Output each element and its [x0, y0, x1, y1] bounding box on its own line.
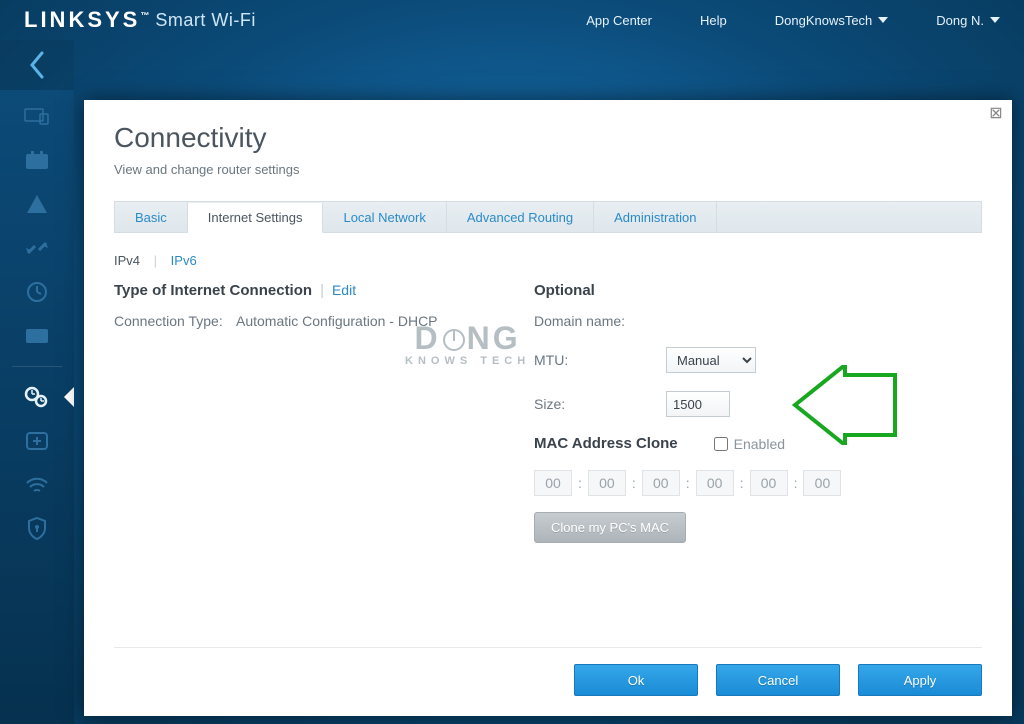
connection-type-heading: Type of Internet Connection|Edit	[114, 282, 474, 299]
mtu-label: MTU:	[534, 352, 654, 368]
page-title: Connectivity	[114, 122, 982, 154]
subtab-ipv4[interactable]: IPv4	[114, 253, 140, 268]
brand-logo: LINKSYS™	[24, 7, 149, 33]
mac-enabled-input[interactable]	[714, 437, 728, 451]
connection-type-value: Automatic Configuration - DHCP	[236, 313, 438, 329]
mac-address-fields: : : : : :	[534, 470, 982, 496]
subtab-ipv6[interactable]: IPv6	[171, 253, 197, 268]
nav-account-dropdown[interactable]: DongKnowsTech	[775, 13, 889, 28]
mac-clone-heading: MAC Address Clone	[534, 435, 678, 452]
close-button[interactable]: ⊠	[988, 106, 1004, 122]
sidebar-item-devices[interactable]	[0, 94, 74, 138]
mac-enabled-checkbox[interactable]: Enabled	[714, 436, 785, 452]
cancel-button[interactable]: Cancel	[716, 664, 840, 696]
size-input[interactable]	[666, 391, 730, 417]
ip-version-tabs: IPv4 | IPv6	[114, 253, 982, 268]
mac-octet-2[interactable]	[642, 470, 680, 496]
chevron-left-icon	[28, 51, 46, 79]
sidebar-item-wireless[interactable]	[0, 463, 74, 507]
nav-user-dropdown[interactable]: Dong N.	[936, 13, 1000, 28]
app-header: LINKSYS™ Smart Wi-Fi App Center Help Don…	[0, 0, 1024, 40]
clone-mac-button[interactable]: Clone my PC's MAC	[534, 512, 686, 543]
mac-octet-4[interactable]	[750, 470, 788, 496]
ok-button[interactable]: Ok	[574, 664, 698, 696]
size-label: Size:	[534, 396, 654, 412]
sidebar-item-security[interactable]	[0, 507, 74, 551]
mtu-select[interactable]: Manual	[666, 347, 756, 373]
domain-label: Domain name:	[534, 313, 654, 329]
chevron-down-icon	[878, 17, 888, 23]
nav-app-center[interactable]: App Center	[586, 13, 652, 28]
annotation-arrow	[790, 365, 900, 445]
tab-advanced-routing[interactable]: Advanced Routing	[447, 202, 594, 232]
sidebar-item-clock[interactable]	[0, 270, 74, 314]
connection-type-label: Connection Type:	[114, 313, 224, 329]
sidebar-item-storage[interactable]	[0, 314, 74, 358]
sidebar-item-troubleshoot[interactable]	[0, 419, 74, 463]
tab-local-network[interactable]: Local Network	[323, 202, 446, 232]
nav-help[interactable]: Help	[700, 13, 727, 28]
sidebar-item-connectivity[interactable]	[0, 375, 74, 419]
optional-heading: Optional	[534, 282, 982, 299]
tab-bar: Basic Internet Settings Local Network Ad…	[114, 201, 982, 233]
sidebar-item-priority[interactable]	[0, 182, 74, 226]
tab-internet-settings[interactable]: Internet Settings	[188, 203, 324, 233]
chevron-down-icon	[990, 17, 1000, 23]
sidebar-item-parental[interactable]	[0, 138, 74, 182]
back-button[interactable]	[0, 40, 74, 90]
tab-administration[interactable]: Administration	[594, 202, 717, 232]
page-subtitle: View and change router settings	[114, 162, 982, 177]
dialog-button-bar: Ok Cancel Apply	[114, 647, 982, 716]
sidebar	[0, 90, 74, 724]
sidebar-item-speed[interactable]	[0, 226, 74, 270]
edit-link[interactable]: Edit	[332, 282, 356, 298]
mac-octet-3[interactable]	[696, 470, 734, 496]
brand-subtitle: Smart Wi-Fi	[155, 10, 255, 31]
mac-octet-0[interactable]	[534, 470, 572, 496]
tab-basic[interactable]: Basic	[115, 202, 188, 232]
mac-octet-5[interactable]	[803, 470, 841, 496]
apply-button[interactable]: Apply	[858, 664, 982, 696]
mac-octet-1[interactable]	[588, 470, 626, 496]
